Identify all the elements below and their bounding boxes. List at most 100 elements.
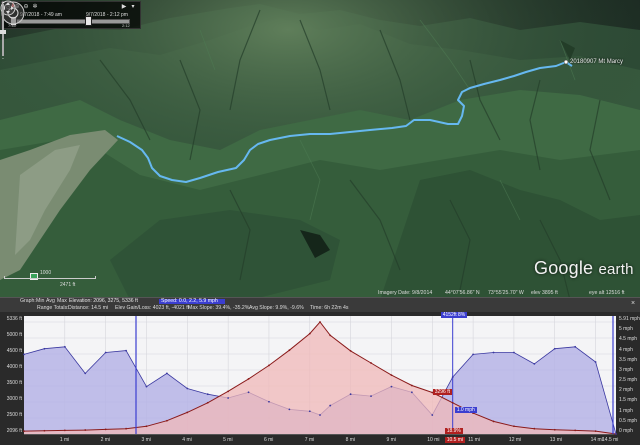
x-tick-label: 9 mi xyxy=(386,437,396,443)
cursor-top-label: 4152ft 8% xyxy=(440,312,468,318)
range-totals-label: Range Totals: xyxy=(37,305,69,311)
y-tick-label-right: 0 mph xyxy=(619,428,633,434)
elevation-chart[interactable] xyxy=(0,312,640,445)
place-label[interactable]: 20180907 Mt Marcy xyxy=(570,59,623,65)
speed-point xyxy=(104,351,107,354)
elevation-point xyxy=(370,362,372,364)
elevation-point xyxy=(308,332,311,335)
graph-avg-option[interactable]: Avg xyxy=(46,298,55,304)
y-tick-label-right: 4.5 mph xyxy=(619,336,638,343)
graph-label: Graph: xyxy=(20,298,36,304)
cursor-distance-label: 10.5 mi xyxy=(444,437,466,443)
time-options-icon[interactable]: ▾ xyxy=(130,4,136,10)
speed-point xyxy=(615,433,617,435)
y-tick-label-right: 3 mph xyxy=(619,366,633,373)
scale-label: 2471 ft xyxy=(60,282,76,288)
speed-point xyxy=(319,414,321,416)
x-tick-label: 11 mi xyxy=(468,437,480,443)
elevation-point xyxy=(145,425,148,428)
settings-icon[interactable]: ✲ xyxy=(32,4,38,10)
time-start-label: 9/7/2018 - 7:49 am xyxy=(20,12,62,18)
profile-toolbar: Graph: Min Avg Max Elevation: 2096, 3275… xyxy=(0,298,640,312)
speed-point xyxy=(247,391,250,394)
svg-text:+: + xyxy=(2,0,5,6)
y-tick-label-left: 2096 ft xyxy=(6,428,22,434)
graph-min-option[interactable]: Min xyxy=(36,298,44,304)
map-view[interactable]: 20180907 Mt Marcy ◷ ⊕ ⊖ ✲ ▶ ▾ 9/7/2018 -… xyxy=(0,0,640,300)
elevation-point xyxy=(451,401,454,404)
elevation-point xyxy=(513,425,515,428)
track-endpoint-marker[interactable] xyxy=(563,59,569,65)
speed-point xyxy=(288,408,291,411)
play-icon[interactable]: ▶ xyxy=(121,4,127,10)
x-tick-label: 13 mi xyxy=(549,437,562,443)
y-tick-label-left: 4500 ft xyxy=(6,348,22,354)
scale-line xyxy=(4,276,96,279)
speed-point xyxy=(125,349,127,352)
elevation-point xyxy=(319,321,321,323)
x-tick-label: 7 mi xyxy=(304,437,315,443)
elevation-point xyxy=(594,430,597,432)
elevation-point xyxy=(125,427,127,430)
graph-max-option[interactable]: Max xyxy=(57,298,67,304)
x-tick-label: 12 mi xyxy=(508,437,522,443)
elevation-point xyxy=(349,349,352,352)
eye-altitude: eye alt 12516 ft xyxy=(589,290,625,296)
y-tick-label-left: 3500 ft xyxy=(6,380,22,386)
speed-point xyxy=(349,393,352,396)
elevation-point xyxy=(227,390,230,393)
logo-earth-text: earth xyxy=(598,261,634,278)
elevation-readout: elev 3895 ft xyxy=(531,290,558,296)
zoom-slider[interactable]: + - xyxy=(0,0,6,60)
time-slider-track[interactable] xyxy=(12,19,130,24)
time-slider-end-handle[interactable] xyxy=(85,16,93,26)
time-right-tick: 2:12 xyxy=(122,23,130,28)
speed-point xyxy=(329,404,332,407)
speed-point xyxy=(370,395,372,397)
elevation-point xyxy=(410,384,413,387)
elevation-point xyxy=(247,377,250,380)
y-tick-label-right: 2.5 mph xyxy=(619,377,638,384)
elevation-point xyxy=(268,364,270,367)
imagery-date: Imagery Date: 9/8/2014 xyxy=(378,290,433,296)
y-tick-label-right: 2 mph xyxy=(619,387,633,394)
y-tick-label-left: 2500 ft xyxy=(6,412,22,418)
y-tick-label-left: 5000 ft xyxy=(6,332,22,338)
speed-point xyxy=(43,347,46,350)
elevation-point xyxy=(206,401,209,404)
elevation-summary[interactable]: Elevation: 2096, 3275, 5336 ft xyxy=(69,298,138,304)
speed-point xyxy=(574,345,577,348)
elevation-point xyxy=(43,429,46,432)
y-tick-label-right: 0.5 mph xyxy=(619,417,638,424)
elevation-profile-panel: Graph: Min Avg Max Elevation: 2096, 3275… xyxy=(0,297,640,445)
speed-point xyxy=(186,387,189,390)
speed-point xyxy=(84,372,87,375)
speed-point xyxy=(594,361,597,363)
cursor-slope-label: 18.9% xyxy=(444,428,463,434)
speed-point xyxy=(23,353,25,356)
elevation-point xyxy=(288,349,291,352)
distance-total: Distance: 14.5 mi xyxy=(68,305,109,311)
elevation-point xyxy=(492,420,495,423)
cursor-elevation-label: 3296 ft xyxy=(432,388,452,395)
elevation-point xyxy=(63,429,66,432)
google-earth-window: 20180907 Mt Marcy ◷ ⊕ ⊖ ✲ ▶ ▾ 9/7/2018 -… xyxy=(0,0,640,445)
elevation-point xyxy=(186,411,189,414)
speed-point xyxy=(206,393,209,396)
speed-point xyxy=(553,347,556,350)
x-tick-label: 6 mi xyxy=(263,437,274,443)
total-time: Time: 6h 22m 4s xyxy=(310,305,349,311)
speed-summary[interactable]: Speed: 0.0, 2.2, 5.9 mph xyxy=(161,298,218,304)
elevation-point xyxy=(533,427,536,430)
y-tick-label-right: 1 mph xyxy=(619,407,633,414)
svg-text:-: - xyxy=(2,56,4,60)
speed-point xyxy=(472,353,475,356)
speed-point xyxy=(451,376,454,379)
speed-point xyxy=(492,351,495,354)
terrain-image xyxy=(0,0,640,300)
speed-point xyxy=(410,391,413,394)
elevation-point xyxy=(104,428,107,431)
close-icon[interactable]: × xyxy=(629,300,637,308)
x-tick-label: 2 mi xyxy=(100,437,111,443)
speed-point xyxy=(145,385,148,388)
